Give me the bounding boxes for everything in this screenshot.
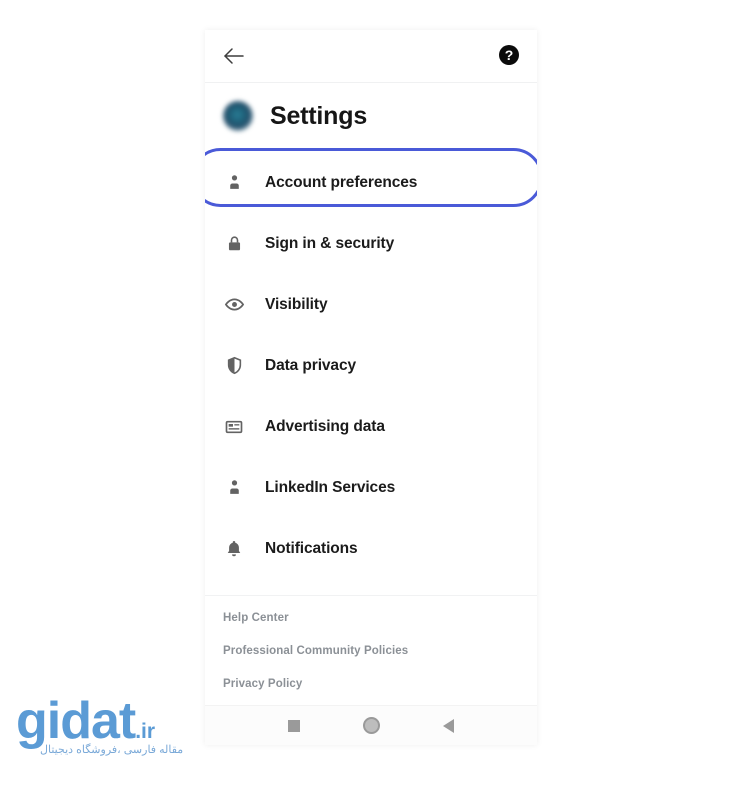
settings-menu-list: Account preferences Sign in & security V… xyxy=(205,148,537,579)
menu-item-label: LinkedIn Services xyxy=(265,478,396,496)
watermark-tld: .ir xyxy=(135,720,156,743)
menu-item-visibility[interactable]: Visibility xyxy=(205,274,537,335)
phone-screen: ? Settings Account preferences Sign in &… xyxy=(205,30,537,745)
android-navigation-bar xyxy=(205,705,537,745)
circle-icon[interactable] xyxy=(362,717,380,734)
menu-item-notifications[interactable]: Notifications xyxy=(205,518,537,579)
eye-icon xyxy=(223,294,245,316)
ad-card-icon xyxy=(223,416,245,438)
page-title: Settings xyxy=(270,101,368,130)
top-app-bar: ? xyxy=(205,30,537,83)
footer-link-privacy-policy[interactable]: Privacy Policy xyxy=(223,678,537,690)
triangle-left-icon[interactable] xyxy=(442,718,454,733)
menu-item-advertising-data[interactable]: Advertising data xyxy=(205,396,537,457)
watermark-subtitle: مقاله فارسی ،فروشگاه دیجیتال xyxy=(40,744,184,756)
footer-link-professional-community-policies[interactable]: Professional Community Policies xyxy=(223,645,537,657)
settings-header: Settings xyxy=(205,83,537,149)
menu-item-label: Advertising data xyxy=(265,417,385,435)
watermark-name: gidat xyxy=(16,692,136,750)
menu-item-label: Visibility xyxy=(265,295,328,313)
back-arrow-icon[interactable] xyxy=(221,43,247,69)
bell-icon xyxy=(223,538,245,560)
menu-item-label: Sign in & security xyxy=(265,234,395,252)
lock-icon xyxy=(223,233,245,255)
footer-links: Help Center Professional Community Polic… xyxy=(205,595,537,690)
help-icon-glyph: ? xyxy=(504,47,514,63)
footer-link-help-center[interactable]: Help Center xyxy=(223,612,537,624)
person-icon xyxy=(223,477,245,499)
watermark: gidat.ir مقاله فارسی ،فروشگاه دیجیتال xyxy=(16,693,196,767)
square-icon[interactable] xyxy=(288,719,301,732)
menu-item-sign-in-security[interactable]: Sign in & security xyxy=(205,213,537,274)
avatar[interactable] xyxy=(223,101,253,131)
menu-item-label: Notifications xyxy=(265,539,358,557)
menu-item-label: Data privacy xyxy=(265,356,356,374)
shield-icon xyxy=(223,355,245,377)
menu-item-label: Account preferences xyxy=(265,173,418,191)
menu-item-linkedin-services[interactable]: LinkedIn Services xyxy=(205,457,537,518)
menu-item-data-privacy[interactable]: Data privacy xyxy=(205,335,537,396)
help-circle-icon[interactable]: ? xyxy=(499,45,519,65)
person-icon xyxy=(223,172,245,194)
menu-item-account-preferences[interactable]: Account preferences xyxy=(205,148,537,213)
